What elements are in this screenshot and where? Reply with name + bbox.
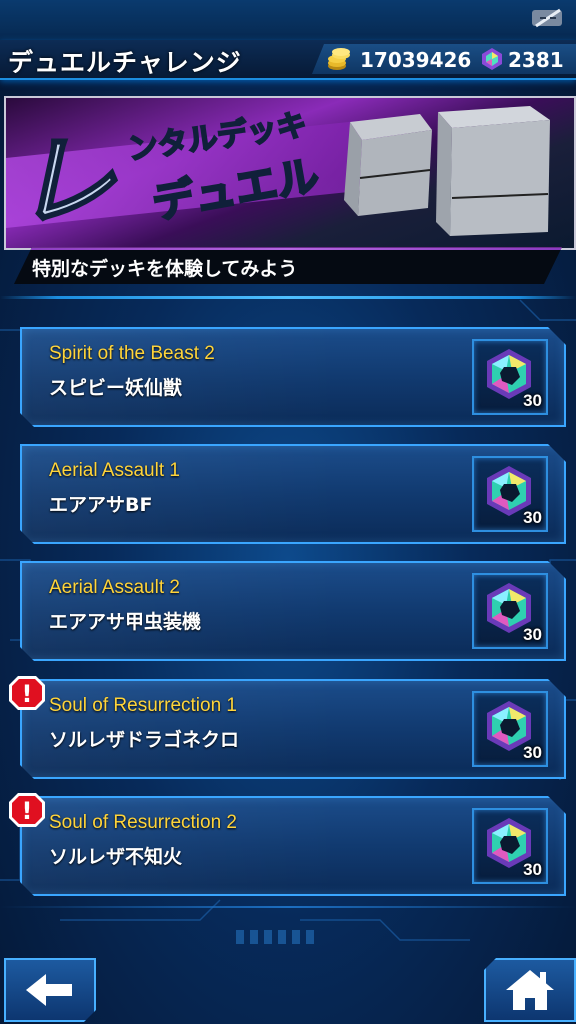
deck-box-left [344, 114, 432, 216]
rental-deck-banner: レ ンタルデッキ デュエル [4, 96, 576, 250]
divider [0, 296, 576, 299]
svg-text:デュエル: デュエル [149, 151, 323, 228]
gem-cost-badge: 30 [472, 573, 548, 649]
deck-item-aerial-assault-2[interactable]: Aerial Assault 2 エアアサ甲虫装機 30 [20, 561, 566, 661]
deck-title-jp: スピビー妖仙獣 [49, 377, 183, 399]
deck-title-jp: ソルレザ不知火 [49, 846, 183, 868]
gem-cost-badge: 30 [472, 691, 548, 767]
gem-cost: 30 [523, 860, 542, 879]
deck-title-jp: エアアサBF [49, 494, 153, 516]
bottom-divider [0, 906, 576, 908]
gold-amount: 17039426 [360, 48, 472, 72]
gold-coins-icon [328, 48, 350, 70]
svg-text:!: ! [22, 680, 33, 708]
gem-cost: 30 [523, 391, 542, 410]
gem-cost-badge: 30 [472, 339, 548, 415]
svg-text:レ: レ [32, 123, 136, 240]
status-bar [0, 0, 576, 42]
sound-off-icon[interactable] [530, 6, 566, 30]
back-button[interactable] [4, 958, 96, 1022]
banner-subtitle: 特別なデッキを体験してみよう [32, 258, 298, 280]
deck-item-spirit-of-the-beast-2[interactable]: Spirit of the Beast 2 スピビー妖仙獣 30 [20, 327, 566, 427]
rental-deck-duel-logo: レ ンタルデッキ デュエル [32, 107, 324, 242]
gem-cost-badge: 30 [472, 456, 548, 532]
deck-item-soul-of-resurrection-1[interactable]: Soul of Resurrection 1 ソルレザドラゴネクロ 30 [20, 679, 566, 779]
deck-title-en: Soul of Resurrection 1 [49, 695, 237, 716]
alert-icon: ! [9, 676, 45, 710]
back-arrow-icon [24, 968, 76, 1012]
gem-cost: 30 [523, 743, 542, 762]
deck-title-en: Soul of Resurrection 2 [49, 812, 237, 833]
header-bar: デュエルチャレンジ 17039426 2381 [0, 40, 576, 80]
home-button[interactable] [484, 958, 576, 1022]
gem-cost: 30 [523, 625, 542, 644]
banner-subtitle-bar: 特別なデッキを体験してみよう [14, 247, 562, 284]
deck-box-right [436, 106, 550, 236]
gem-amount: 2381 [508, 48, 564, 72]
deck-item-aerial-assault-1[interactable]: Aerial Assault 1 エアアサBF 30 [20, 444, 566, 544]
page-title: デュエルチャレンジ [8, 48, 242, 77]
deck-title-en: Spirit of the Beast 2 [49, 343, 215, 364]
alert-icon: ! [9, 793, 45, 827]
deck-title-jp: ソルレザドラゴネクロ [49, 729, 240, 751]
currency-display: 17039426 2381 [312, 44, 576, 74]
gem-cost: 30 [523, 508, 542, 527]
gem-cost-badge: 30 [472, 808, 548, 884]
deck-title-jp: エアアサ甲虫装機 [49, 611, 202, 633]
home-icon [506, 970, 554, 1010]
deck-item-soul-of-resurrection-2[interactable]: Soul of Resurrection 2 ソルレザ不知火 30 [20, 796, 566, 896]
deck-title-en: Aerial Assault 1 [49, 460, 180, 481]
svg-text:!: ! [22, 797, 33, 825]
gem-icon [482, 48, 502, 70]
deck-title-en: Aerial Assault 2 [49, 577, 180, 598]
